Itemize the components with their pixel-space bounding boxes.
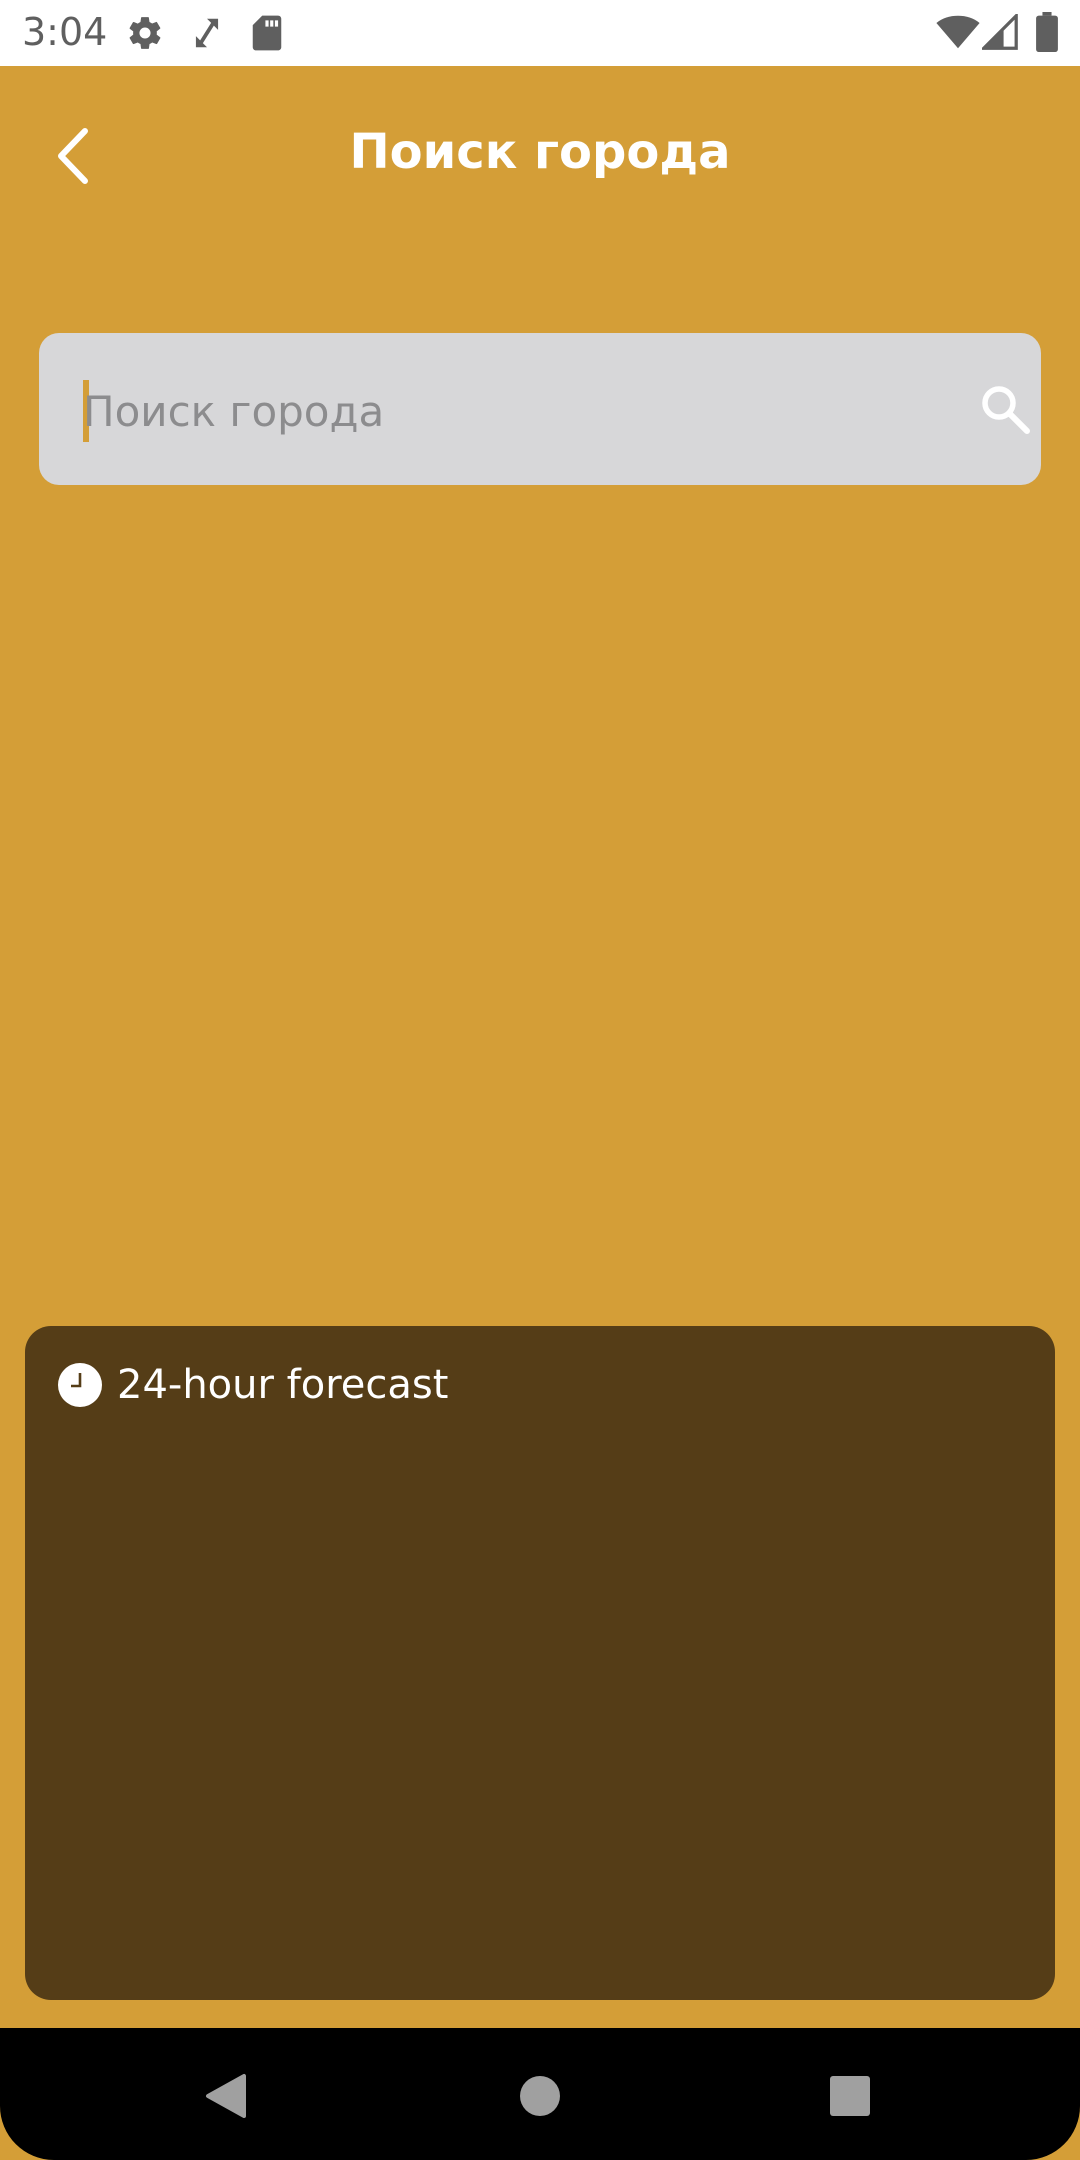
sd-card-icon <box>250 14 284 52</box>
search-button[interactable] <box>975 379 1035 439</box>
nav-recents-button[interactable] <box>810 2056 890 2136</box>
back-triangle-icon <box>206 2074 246 2118</box>
status-time: 3:04 <box>22 10 108 54</box>
forecast-title: 24-hour forecast <box>117 1362 449 1408</box>
nav-home-button[interactable] <box>500 2056 580 2136</box>
nav-back-button[interactable] <box>186 2056 266 2136</box>
search-box[interactable] <box>39 333 1041 485</box>
rotate-icon <box>188 14 226 52</box>
battery-icon <box>1036 12 1058 52</box>
cellular-icon <box>982 14 1018 50</box>
screen: 3:04 Поиск города Поиск города 24-hour f… <box>0 0 1080 2160</box>
forecast-header: 24-hour forecast <box>57 1362 448 1408</box>
search-icon <box>982 386 1030 434</box>
settings-icon <box>126 14 164 52</box>
home-circle-icon <box>520 2076 560 2116</box>
navigation-bar <box>0 2028 1080 2160</box>
wifi-icon <box>936 14 980 50</box>
recents-square-icon <box>830 2076 870 2116</box>
forecast-card: 24-hour forecast <box>25 1326 1055 2000</box>
status-bar: 3:04 <box>0 0 1080 66</box>
page-title: Поиск города <box>349 124 731 180</box>
clock-icon <box>58 1363 102 1407</box>
search-input[interactable] <box>83 371 903 451</box>
